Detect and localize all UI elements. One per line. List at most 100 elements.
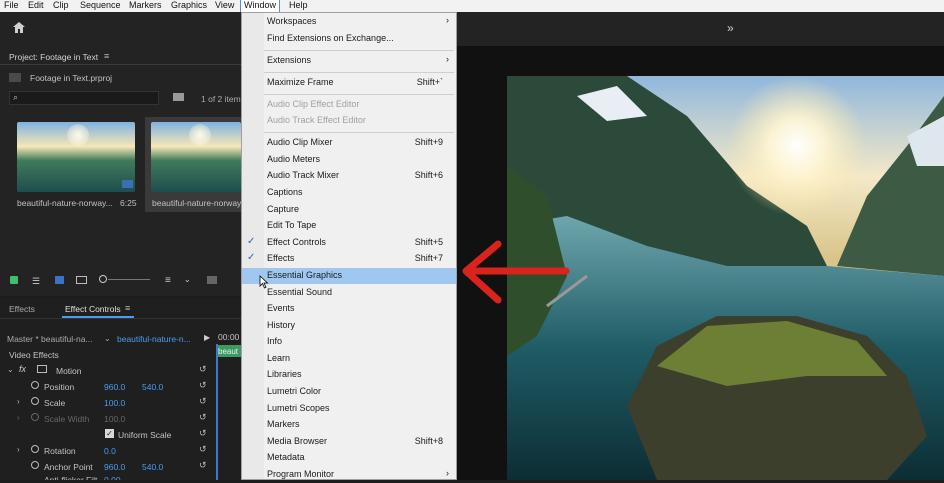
menu-item-audio-meters[interactable]: Audio Meters [242,152,456,168]
menu-item-label: Captions [267,187,303,197]
menu-markers[interactable]: Markers [129,0,162,12]
menu-item-shortcut: Shift+9 [414,137,443,147]
chevron-down-icon[interactable]: ⌄ [104,334,111,343]
master-clip-label: Master * beautiful-na... [7,334,93,344]
clip-thumbnail[interactable] [151,122,241,192]
timeline-timecode: 00:00 [218,332,240,342]
project-panel-title[interactable]: Project: Footage in Text [9,52,98,62]
menu-item-captions[interactable]: Captions [242,185,456,201]
menu-item-lumetri-scopes[interactable]: Lumetri Scopes [242,401,456,417]
rotation-value[interactable]: 0.0 [104,446,116,456]
panel-menu-icon[interactable]: ≡ [125,303,130,313]
list-view-icon[interactable]: ☰ [32,276,40,287]
menu-window[interactable]: Window [239,0,281,13]
menu-item-label: Audio Clip Effect Editor [267,99,360,109]
submenu-arrow-icon: › [446,15,449,25]
zoom-slider-handle[interactable] [99,275,107,283]
menu-item-history[interactable]: History [242,318,456,334]
menu-item-markers[interactable]: Markers [242,417,456,433]
zoom-slider-track[interactable] [108,279,150,280]
menu-item-maximize-frame[interactable]: Maximize Frame Shift+` [242,75,456,91]
clip-bar-label: beaut [218,347,239,356]
reset-icon[interactable]: ↺ [199,364,209,374]
playhead[interactable] [216,344,218,480]
menu-item-learn[interactable]: Learn [242,351,456,367]
stopwatch-icon[interactable] [31,461,39,469]
scale-value[interactable]: 100.0 [104,398,125,408]
menu-item-workspaces[interactable]: Workspaces › [242,14,456,30]
menu-graphics[interactable]: Graphics [171,0,207,12]
stopwatch-icon[interactable] [31,397,39,405]
reset-icon[interactable]: ↺ [199,396,209,406]
expand-icon[interactable]: » [727,21,734,35]
stopwatch-icon[interactable] [31,445,39,453]
icon-view-icon[interactable] [55,276,64,284]
checkmark-icon: ✓ [247,252,256,263]
submenu-arrow-icon: › [446,54,449,64]
anchor-y-value[interactable]: 540.0 [142,462,163,472]
position-x-value[interactable]: 960.0 [104,382,125,392]
chevron-right-icon[interactable]: › [17,413,20,422]
menu-item-essential-graphics[interactable]: Essential Graphics [242,268,456,284]
uniform-scale-checkbox[interactable]: ✓ [105,429,114,438]
home-icon[interactable] [12,21,26,34]
menu-item-audio-clip-mixer[interactable]: Audio Clip Mixer Shift+9 [242,135,456,151]
transform-icon[interactable] [37,365,47,373]
menu-item-metadata[interactable]: Metadata [242,450,456,466]
menu-item-label: Info [267,336,283,346]
menu-clip[interactable]: Clip [53,0,69,12]
menu-item-effects[interactable]: ✓ Effects Shift+7 [242,251,456,267]
stopwatch-icon [31,413,39,421]
clip-link[interactable]: beautiful-nature-n... [117,334,191,344]
freeform-view-icon[interactable] [76,276,87,284]
menu-item-program-monitor[interactable]: Program Monitor › [242,467,456,483]
scale-width-value: 100.0 [104,414,126,424]
anti-flicker-value[interactable]: 0.00 [104,475,121,480]
anti-flicker-label: Anti-flicker Filt... [44,475,105,480]
menu-item-media-browser[interactable]: Media Browser Shift+8 [242,434,456,450]
menu-item-audio-track-mixer[interactable]: Audio Track Mixer Shift+6 [242,168,456,184]
menu-item-libraries[interactable]: Libraries [242,367,456,383]
reset-icon[interactable]: ↺ [199,428,209,438]
new-bin-icon[interactable] [173,93,184,101]
panel-menu-icon[interactable]: ≡ [104,51,109,61]
search-input[interactable]: ⌕ [9,91,159,105]
video-frame [507,76,944,480]
automate-icon[interactable] [207,276,217,284]
menu-item-info[interactable]: Info [242,334,456,350]
play-icon[interactable]: ▶ [204,333,210,342]
reset-icon[interactable]: ↺ [199,412,209,422]
lock-icon[interactable] [10,276,18,284]
stopwatch-icon[interactable] [31,381,39,389]
fx-icon[interactable]: fx [19,364,26,374]
menu-sequence[interactable]: Sequence [80,0,121,12]
menu-item-edit-to-tape[interactable]: Edit To Tape [242,218,456,234]
menu-item-lumetri-color[interactable]: Lumetri Color [242,384,456,400]
reset-icon[interactable]: ↺ [199,460,209,470]
reset-icon[interactable]: ↺ [199,380,209,390]
chevron-down-icon[interactable]: ⌄ [184,275,191,284]
tab-effect-controls[interactable]: Effect Controls [65,304,121,314]
menu-item-shortcut: Shift+5 [414,237,443,247]
menu-item-label: Lumetri Scopes [267,403,330,413]
position-y-value[interactable]: 540.0 [142,382,163,392]
menu-item-essential-sound[interactable]: Essential Sound [242,285,456,301]
anchor-x-value[interactable]: 960.0 [104,462,125,472]
chevron-down-icon[interactable]: ⌄ [7,365,14,374]
tab-effects[interactable]: Effects [9,304,35,314]
menu-item-extensions[interactable]: Extensions › [242,53,456,69]
clip-bar[interactable]: beaut [216,345,241,357]
chevron-right-icon[interactable]: › [17,445,20,454]
menu-help[interactable]: Help [289,0,308,12]
menu-view[interactable]: View [215,0,234,12]
chevron-right-icon[interactable]: › [17,397,20,406]
menu-item-capture[interactable]: Capture [242,202,456,218]
menu-item-find-extensions[interactable]: Find Extensions on Exchange... [242,31,456,47]
menu-item-effect-controls[interactable]: ✓ Effect Controls Shift+5 [242,235,456,251]
sort-icon[interactable]: ≡ [165,275,171,286]
menu-item-events[interactable]: Events [242,301,456,317]
menu-edit[interactable]: Edit [28,0,44,12]
clip-thumbnail[interactable] [17,122,135,192]
menu-file[interactable]: File [4,0,19,12]
reset-icon[interactable]: ↺ [199,444,209,454]
